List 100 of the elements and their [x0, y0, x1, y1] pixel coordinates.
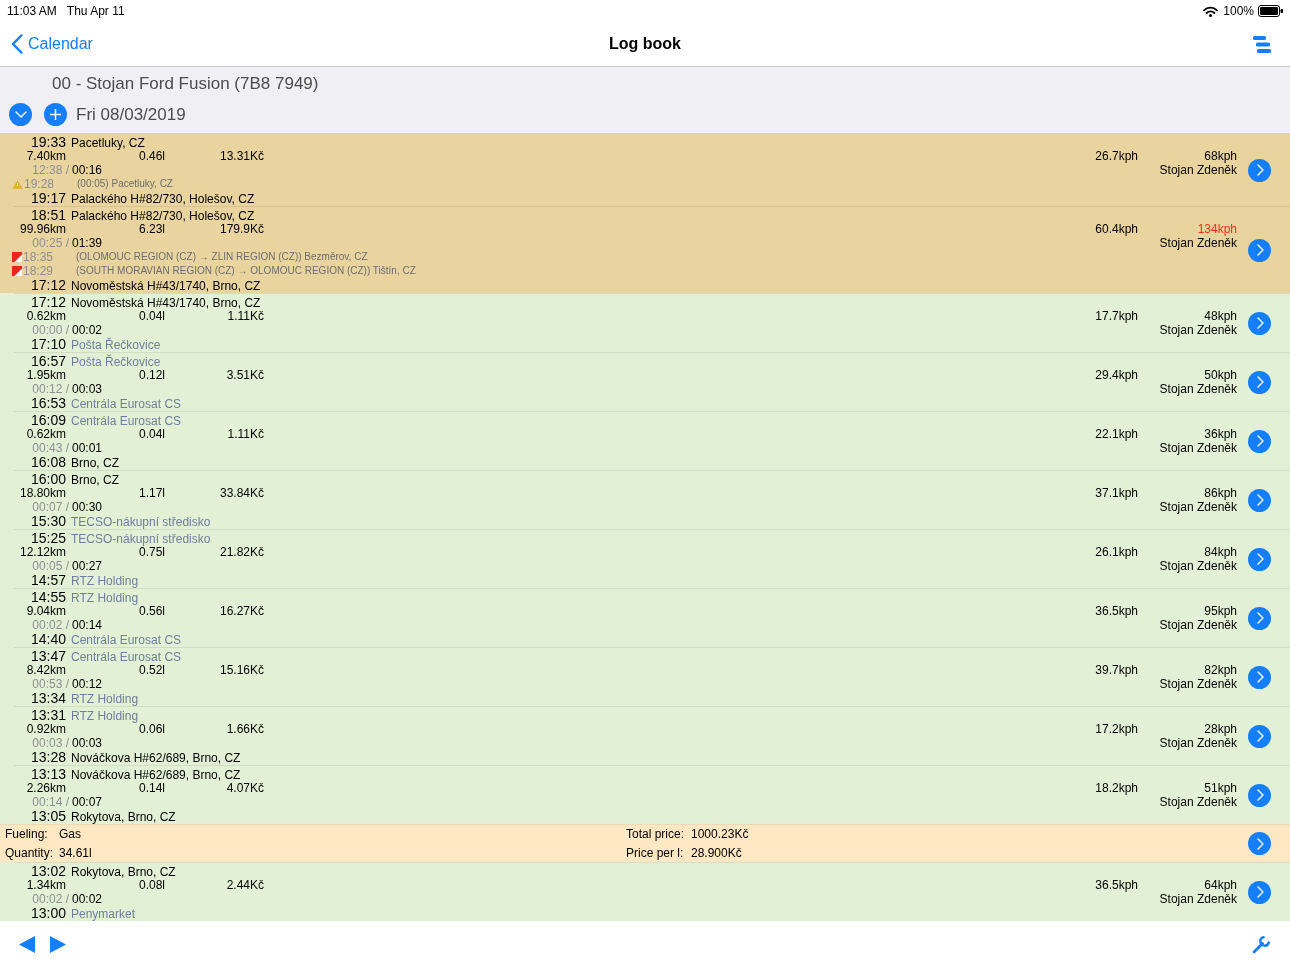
start-time: 13:47: [30, 648, 66, 664]
fuel-amount: 0.75l: [138, 545, 165, 559]
distance: 7.40km: [26, 149, 66, 163]
fuel-amount: 1.17l: [138, 486, 165, 500]
end-time: 16:53: [30, 395, 66, 411]
stop-time: 00:14 /: [32, 795, 69, 809]
status-date: Thu Apr 11: [66, 4, 125, 18]
end-time: 17:12: [30, 277, 66, 293]
details-button[interactable]: [1248, 606, 1271, 630]
drive-time: 00:12: [72, 677, 103, 691]
drive-time: 00:16: [72, 163, 103, 177]
drive-time: 00:30: [72, 500, 103, 514]
trip-cost: 179.9Kč: [219, 222, 264, 236]
driver-name: Stojan Zdeněk: [1159, 236, 1237, 250]
details-button[interactable]: [1248, 724, 1271, 748]
end-time: 16:08: [30, 454, 66, 470]
stop-time: 00:12 /: [32, 382, 69, 396]
trip-row[interactable]: [0, 206, 1290, 293]
trip-row[interactable]: 13:31 RTZ Holding 0.92km 0.06l 1.66Kč 00:03 / 00:03 13:28 Nováčkova H#62/689, Brno, CZ 17.2kph 28kph Stojan Zdeněk: [0, 706, 1290, 765]
distance: 12.12km: [19, 545, 66, 559]
fuel-amount: 0.46l: [138, 149, 165, 163]
stop-time: 00:25 /: [32, 236, 69, 250]
distance: 99.96km: [19, 222, 66, 236]
field-label: Total price:: [626, 827, 685, 842]
drive-time: 00:03: [72, 382, 103, 396]
distance: 18.80km: [19, 486, 66, 500]
chevron-down-icon: [14, 111, 27, 118]
details-button[interactable]: [1248, 370, 1271, 394]
start-place: Centrála Eurosat CS: [71, 414, 182, 428]
start-place: RTZ Holding: [71, 591, 139, 605]
average-speed: 26.1kph: [1095, 545, 1138, 559]
start-time: 19:33: [30, 134, 66, 150]
max-speed: 95kph: [1204, 604, 1237, 618]
details-button[interactable]: [1248, 665, 1271, 689]
trip-cost: 4.07Kč: [226, 781, 264, 795]
chevron-right-icon: [1257, 494, 1264, 506]
max-speed: 82kph: [1204, 663, 1237, 677]
trip-row[interactable]: 14:55 RTZ Holding 9.04km 0.56l 16.27Kč 00:02 / 00:14 14:40 Centrála Eurosat CS 36.5kph 95kph Stojan Zdeněk: [0, 588, 1290, 647]
trip-row[interactable]: 13:13 Nováčkova H#62/689, Brno, CZ 2.26km 0.14l 4.07Kč 00:14 / 00:07 13:05 Rokytova, Brno, CZ 18.2kph 51kph Stojan Zdeněk: [0, 765, 1290, 824]
end-time: 13:05: [30, 808, 66, 824]
right-triangle-icon[interactable]: [50, 935, 66, 953]
average-speed: 29.4kph: [1095, 368, 1138, 382]
start-time: 18:51: [30, 207, 66, 223]
max-speed: 84kph: [1204, 545, 1237, 559]
drive-time: 00:02: [72, 323, 103, 337]
fueling-row[interactable]: Fueling: Gas Total price: 1000.23Kč Quantity: 34.61l Price per l: 28.900Kč: [0, 824, 1290, 862]
trip-cost: 13.31Kč: [219, 149, 264, 163]
driver-name: Stojan Zdeněk: [1159, 500, 1237, 514]
flag-icon: [12, 266, 22, 276]
trip-row[interactable]: 16:57 Pošta Řečkovice 1.95km 0.12l 3.51Kč 00:12 / 00:03 16:53 Centrála Eurosat CS 29.4kph 50kph Stojan Zdeněk: [0, 352, 1290, 411]
chevron-left-icon: [11, 34, 23, 54]
stop-time: 00:43 /: [32, 441, 69, 455]
start-place: TECSO-nákupní středisko: [71, 532, 211, 546]
max-speed: 64kph: [1204, 878, 1237, 892]
end-time: 14:40: [30, 631, 66, 647]
chevron-right-icon: [1257, 612, 1264, 624]
chevron-right-icon: [1257, 886, 1264, 898]
average-speed: 22.1kph: [1095, 427, 1138, 441]
driver-name: Stojan Zdeněk: [1159, 677, 1237, 691]
trip-row[interactable]: 16:00 Brno, CZ 18.80km 1.17l 33.84Kč 00:07 / 00:30 15:30 TECSO-nákupní středisko 37.1kph 86kph Stojan Zdeněk: [0, 470, 1290, 529]
trip-row[interactable]: 17:12 Novoměstská H#43/1740, Brno, CZ 0.62km 0.04l 1.11Kč 00:00 / 00:02 17:10 Pošta Řečkovice 17.7kph 48kph Stojan Zdeněk: [0, 293, 1290, 352]
wrench-icon[interactable]: [1252, 934, 1272, 954]
drive-time: 01:39: [72, 236, 103, 250]
stacked-bars-icon[interactable]: [1253, 35, 1271, 53]
details-button[interactable]: [1248, 311, 1271, 335]
trip-row[interactable]: 15:25 TECSO-nákupní středisko 12.12km 0.75l 21.82Kč 00:05 / 00:27 14:57 RTZ Holding 26.1kph 84kph Stojan Zdeněk: [0, 529, 1290, 588]
trip-row[interactable]: 13:47 Centrála Eurosat CS 8.42km 0.52l 15.16Kč 00:53 / 00:12 13:34 RTZ Holding 39.7kph 82kph Stojan Zdeněk: [0, 647, 1290, 706]
event-time: 18:29: [23, 264, 54, 278]
end-time: 14:57: [30, 572, 66, 588]
trip-row[interactable]: 16:09 Centrála Eurosat CS 0.62km 0.04l 1.11Kč 00:43 / 00:01 16:08 Brno, CZ 22.1kph 36kph Stojan Zdeněk: [0, 411, 1290, 470]
fuel-amount: 0.56l: [138, 604, 165, 618]
back-button[interactable]: Calendar: [11, 34, 93, 54]
collapse-button[interactable]: [9, 103, 32, 126]
details-button[interactable]: [1248, 238, 1271, 262]
details-button[interactable]: [1248, 547, 1271, 571]
add-button[interactable]: [44, 103, 67, 126]
field-label: Quantity:: [5, 845, 54, 860]
driver-name: Stojan Zdeněk: [1159, 892, 1237, 906]
end-place: RTZ Holding: [71, 692, 139, 706]
details-button[interactable]: [1248, 783, 1271, 807]
event-time: 18:35: [23, 250, 54, 264]
left-triangle-icon[interactable]: [19, 935, 35, 953]
max-speed: 68kph: [1204, 149, 1237, 163]
details-button[interactable]: [1248, 429, 1271, 453]
drive-time: 00:01: [72, 441, 103, 455]
trip-row[interactable]: 13:02 Rokytova, Brno, CZ 1.34km 0.08l 2.44Kč 00:02 / 00:02 13:00 Penymarket 36.5kph 64kph Stojan Zdeněk: [0, 862, 1290, 921]
stop-time: 00:53 /: [32, 677, 69, 691]
stop-time: 00:00 /: [32, 323, 69, 337]
trip-cost: 15.16Kč: [219, 663, 264, 677]
details-button[interactable]: [1248, 832, 1271, 855]
start-place: Brno, CZ: [71, 473, 119, 487]
end-place: Centrála Eurosat CS: [71, 397, 182, 411]
trip-row[interactable]: 19:33 Pacetluky, CZ 7.40km 0.46l 13.31Kč 12:38 / 00:16 19:28 (00:05) Pacetluky, CZ 19:17 Palackého H#82/730, Holešov, CZ 26.7kph 68kph Stojan Zdeněk: [0, 133, 1290, 206]
details-button[interactable]: [1248, 880, 1271, 904]
stop-time: 12:38 /: [32, 163, 69, 177]
details-button[interactable]: [1248, 488, 1271, 512]
details-button[interactable]: [1248, 158, 1271, 182]
chevron-right-icon: [1257, 376, 1264, 388]
average-speed: 60.4kph: [1095, 222, 1138, 236]
start-time: 13:31: [30, 707, 66, 723]
